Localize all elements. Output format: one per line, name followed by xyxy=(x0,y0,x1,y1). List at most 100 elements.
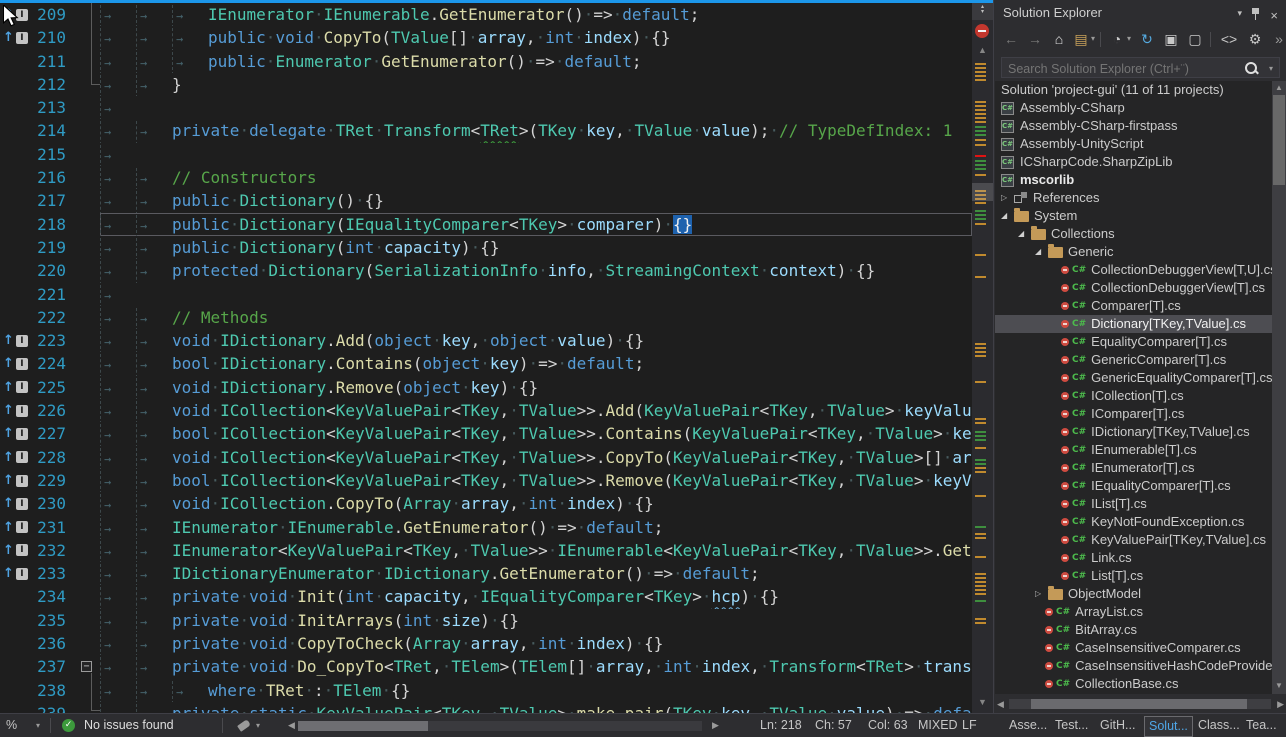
tree-row-project[interactable]: C#Assembly-UnityScript xyxy=(995,135,1272,153)
tree-row-file[interactable]: C#ICollection[T].cs xyxy=(995,387,1272,405)
tree-scrollbar-thumb[interactable] xyxy=(1273,95,1285,185)
code-line-218[interactable]: 218 →→public·Dictionary(IEqualityComparer… xyxy=(0,213,972,236)
line-number[interactable]: 238 xyxy=(30,679,76,702)
view-code-icon[interactable]: <> xyxy=(1220,30,1238,48)
code-line-228[interactable]: ↑I228→→void·ICollection<KeyValuePair<TKe… xyxy=(0,446,972,469)
interface-badge-icon[interactable]: I xyxy=(16,498,28,510)
fold-margin[interactable] xyxy=(76,539,100,562)
overflow-icon[interactable]: » xyxy=(1270,30,1286,48)
code-line-219[interactable]: 219→→public·Dictionary(int·capacity)·{} xyxy=(0,236,972,259)
tree-row-file[interactable]: C#IEnumerator[T].cs xyxy=(995,459,1272,477)
implements-arrow-icon[interactable]: ↑ xyxy=(3,446,14,469)
line-number[interactable]: 221 xyxy=(30,283,76,306)
fold-margin[interactable] xyxy=(76,516,100,539)
tree-scroll-left-icon[interactable]: ◀ xyxy=(997,699,1004,709)
inheritance-margin[interactable]: ↑I xyxy=(0,329,30,352)
code-line-234[interactable]: 234→→private·void·Init(int·capacity,·IEq… xyxy=(0,585,972,608)
fold-margin[interactable] xyxy=(76,3,100,26)
line-number[interactable]: 218 xyxy=(30,213,76,236)
line-number[interactable]: 237 xyxy=(30,655,76,678)
code-line-211[interactable]: 211→→→public·Enumerator·GetEnumerator()·… xyxy=(0,50,972,73)
close-icon[interactable]: × xyxy=(1270,8,1278,23)
code-text[interactable]: →→private·static·KeyValuePair<TKey,·TVal… xyxy=(100,702,972,713)
code-line-210[interactable]: ↑I210→→→public·void·CopyTo(TValue[]·arra… xyxy=(0,26,972,49)
code-line-216[interactable]: 216→→// Constructors xyxy=(0,166,972,189)
code-text[interactable]: →→public·Dictionary(IEqualityComparer<TK… xyxy=(100,213,972,236)
code-lines[interactable]: ↑I209→→→IEnumerator·IEnumerable.GetEnume… xyxy=(0,3,972,713)
tree-vertical-scrollbar[interactable]: ▲ ▼ xyxy=(1272,81,1286,694)
chevron-collapsed-icon[interactable]: ▷ xyxy=(1001,189,1014,207)
tree-row-file[interactable]: C#IEqualityComparer[T].cs xyxy=(995,477,1272,495)
line-number[interactable]: 220 xyxy=(30,259,76,282)
inheritance-margin[interactable] xyxy=(0,166,30,189)
code-text[interactable]: →→bool·IDictionary.Contains(object·key)·… xyxy=(100,352,972,375)
pending-changes-filter-button-caret-icon[interactable]: ▾ xyxy=(1125,30,1133,48)
line-number[interactable]: 229 xyxy=(30,469,76,492)
inheritance-margin[interactable]: ↑I xyxy=(0,376,30,399)
tab-asse[interactable]: Asse... xyxy=(1005,716,1051,735)
fold-margin[interactable] xyxy=(76,352,100,375)
fold-margin[interactable] xyxy=(76,469,100,492)
hscroll-left-icon[interactable]: ◀ xyxy=(288,714,295,737)
code-text[interactable]: →→→IEnumerator·IEnumerable.GetEnumerator… xyxy=(100,3,972,26)
code-line-222[interactable]: 222→→// Methods xyxy=(0,306,972,329)
inheritance-margin[interactable]: ↑I xyxy=(0,539,30,562)
fold-margin[interactable] xyxy=(76,26,100,49)
implements-arrow-icon[interactable]: ↑ xyxy=(3,539,14,562)
implements-arrow-icon[interactable]: ↑ xyxy=(3,329,14,352)
search-input[interactable] xyxy=(1006,58,1240,79)
inheritance-margin[interactable] xyxy=(0,259,30,282)
fold-margin[interactable] xyxy=(76,422,100,445)
tree-row-refs[interactable]: ▷References xyxy=(995,189,1272,207)
line-number[interactable]: 216 xyxy=(30,166,76,189)
line-number[interactable]: 214 xyxy=(30,119,76,142)
chevron-collapsed-icon[interactable]: ▷ xyxy=(1035,585,1048,603)
tree-row-file[interactable]: C#KeyNotFoundException.cs xyxy=(995,513,1272,531)
interface-badge-icon[interactable]: I xyxy=(16,32,28,44)
code-line-214[interactable]: 214→→private·delegate·TRet·Transform<TRe… xyxy=(0,119,972,142)
interface-badge-icon[interactable]: I xyxy=(16,381,28,393)
inheritance-margin[interactable] xyxy=(0,143,30,166)
tree-scroll-down-icon[interactable]: ▼ xyxy=(1272,681,1286,690)
code-text[interactable]: →→} xyxy=(100,73,972,96)
inheritance-margin[interactable]: ↑I xyxy=(0,422,30,445)
code-text[interactable]: →→protected·Dictionary(SerializationInfo… xyxy=(100,259,972,282)
tree-row-project[interactable]: C#Assembly-CSharp-firstpass xyxy=(995,117,1272,135)
issues-check-icon[interactable]: ✓ xyxy=(62,719,75,732)
code-line-225[interactable]: ↑I225→→void·IDictionary.Remove(object·ke… xyxy=(0,376,972,399)
editor-horizontal-thumb[interactable] xyxy=(298,721,428,731)
editor-vertical-scrollbar[interactable]: ▴▾ ▲ ▼ xyxy=(972,3,993,713)
tab-test[interactable]: Test... xyxy=(1051,716,1092,735)
code-line-235[interactable]: 235→→private·void·InitArrays(int·size)·{… xyxy=(0,609,972,632)
code-line-232[interactable]: ↑I232→→IEnumerator<KeyValuePair<TKey,·TV… xyxy=(0,539,972,562)
interface-badge-icon[interactable]: I xyxy=(16,521,28,533)
fold-margin[interactable] xyxy=(76,166,100,189)
code-line-209[interactable]: ↑I209→→→IEnumerator·IEnumerable.GetEnume… xyxy=(0,3,972,26)
inheritance-margin[interactable] xyxy=(0,609,30,632)
line-number[interactable]: 222 xyxy=(30,306,76,329)
implements-arrow-icon[interactable]: ↑ xyxy=(3,562,14,585)
code-line-217[interactable]: 217→→public·Dictionary()·{} xyxy=(0,189,972,212)
inheritance-margin[interactable]: ↑I xyxy=(0,469,30,492)
tab-gith[interactable]: GitH... xyxy=(1096,716,1139,735)
inheritance-margin[interactable] xyxy=(0,213,30,236)
line-number[interactable]: 217 xyxy=(30,189,76,212)
tab-class[interactable]: Class... xyxy=(1194,716,1244,735)
line-number[interactable]: 228 xyxy=(30,446,76,469)
hscroll-right-icon[interactable]: ▶ xyxy=(712,714,719,737)
code-text[interactable]: →→IEnumerator<KeyValuePair<TKey,·TValue>… xyxy=(100,539,972,562)
fold-margin[interactable] xyxy=(76,585,100,608)
fold-margin[interactable] xyxy=(76,119,100,142)
fold-margin[interactable] xyxy=(76,376,100,399)
code-line-220[interactable]: 220 →→protected·Dictionary(SerializationI… xyxy=(0,259,972,282)
code-text[interactable]: →→void·IDictionary.Add(object·key,·objec… xyxy=(100,329,972,352)
tree-row-folder[interactable]: ◢Generic xyxy=(995,243,1272,261)
tree-hscroll-thumb[interactable] xyxy=(1031,699,1247,709)
line-number[interactable]: 219 xyxy=(30,236,76,259)
interface-badge-icon[interactable]: I xyxy=(16,405,28,417)
inheritance-margin[interactable] xyxy=(0,236,30,259)
tree-row-file[interactable]: C#ArrayList.cs xyxy=(995,603,1272,621)
tree-row-project[interactable]: C#Assembly-CSharp xyxy=(995,99,1272,117)
code-text[interactable]: →→private·void·InitArrays(int·size)·{} xyxy=(100,609,972,632)
properties-icon[interactable]: ⚙ xyxy=(1246,30,1264,48)
